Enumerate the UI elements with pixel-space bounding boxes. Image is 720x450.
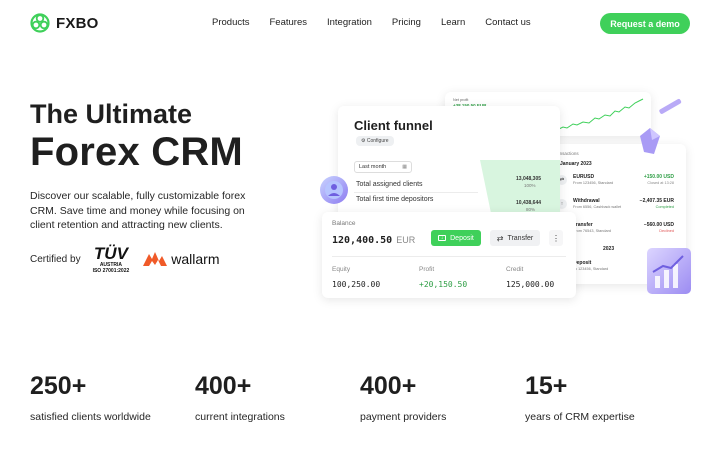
tx-sub: From 76543, Standard bbox=[573, 229, 611, 233]
tx-status: Completed bbox=[655, 205, 674, 209]
deposit-icon: ↓ bbox=[438, 235, 447, 241]
brand-name: FXBO bbox=[56, 14, 99, 32]
net-profit-label: Net profit bbox=[453, 98, 469, 102]
nav-pricing[interactable]: Pricing bbox=[392, 17, 421, 28]
profit-value: +20,150.50 bbox=[419, 280, 468, 289]
client-funnel-card: Client funnel ⚙ Configure Last month ▦ T… bbox=[338, 106, 560, 218]
wallarm-mark-icon bbox=[143, 252, 168, 266]
hero-description: Discover our scalable, fully customizabl… bbox=[30, 190, 246, 231]
hero-title: The Ultimate Forex CRM bbox=[30, 98, 243, 174]
stat-label: payment providers bbox=[360, 411, 447, 423]
profit-label: Profit bbox=[419, 266, 435, 273]
tuv-name: TÜV bbox=[93, 243, 128, 263]
top-navigation: FXBO Products Features Integration Prici… bbox=[0, 0, 720, 46]
stat-number: 400+ bbox=[195, 372, 252, 400]
hero-title-line1: The Ultimate bbox=[30, 99, 193, 129]
growth-chart-icon bbox=[647, 248, 691, 294]
nav-integration[interactable]: Integration bbox=[327, 17, 372, 28]
funnel-row-label: Total first time depositors bbox=[356, 196, 434, 203]
tx-sub: From 6556, Cashback wallet bbox=[573, 205, 622, 209]
stat-label: years of CRM expertise bbox=[525, 411, 635, 423]
tuv-sub-iso: ISO 27001:2022 bbox=[92, 267, 130, 274]
certifications: Certified by TÜV AUSTRIA ISO 27001:2022 … bbox=[30, 245, 220, 274]
stat-number: 250+ bbox=[30, 372, 87, 400]
credit-value: 125,000.00 bbox=[506, 280, 555, 289]
profit-sparkline bbox=[556, 98, 644, 131]
funnel-row-value: 13,048,305 bbox=[516, 176, 542, 182]
transfer-icon: ⇄ bbox=[496, 233, 504, 243]
certified-label: Certified by bbox=[30, 253, 81, 265]
more-options-button[interactable]: ⋮ bbox=[549, 230, 563, 246]
stat-number: 400+ bbox=[360, 372, 417, 400]
hero-title-line2: Forex CRM bbox=[30, 130, 243, 174]
stat-number: 15+ bbox=[525, 372, 568, 400]
balance-amount: 120,400.50 bbox=[332, 235, 393, 246]
tuv-austria-logo: TÜV AUSTRIA ISO 27001:2022 bbox=[93, 245, 130, 274]
wallarm-logo: wallarm bbox=[143, 251, 220, 267]
nav-learn[interactable]: Learn bbox=[441, 17, 465, 28]
transactions-date-2: 2023 bbox=[603, 246, 615, 252]
configure-label: Configure bbox=[366, 138, 389, 144]
funnel-divider bbox=[354, 192, 478, 193]
funnel-row-pct: 100% bbox=[524, 183, 536, 188]
balance-divider bbox=[332, 256, 566, 257]
period-select[interactable]: Last month ▦ bbox=[354, 161, 412, 173]
equity-label: Equity bbox=[332, 266, 351, 273]
stat-label: satisfied clients worldwide bbox=[30, 411, 151, 423]
tx-name: Withdrawal bbox=[573, 198, 600, 204]
tx-sub: From 123456, Standard bbox=[573, 181, 614, 185]
calendar-icon: ▦ bbox=[402, 164, 407, 170]
nav-features[interactable]: Features bbox=[270, 17, 308, 28]
tx-amount: −560.00 USD bbox=[643, 222, 674, 228]
more-icon: ⋮ bbox=[552, 233, 560, 243]
client-funnel-title: Client funnel bbox=[354, 118, 433, 133]
funnel-bar bbox=[480, 160, 560, 218]
nav-contact[interactable]: Contact us bbox=[485, 17, 530, 28]
deposit-button[interactable]: ↓ Deposit bbox=[431, 230, 481, 246]
funnel-row-label: Total assigned clients bbox=[356, 181, 423, 188]
funnel-row-value: 10,438,644 bbox=[516, 200, 542, 206]
transfer-label: Transfer bbox=[507, 234, 534, 242]
crystal-icon bbox=[640, 128, 660, 154]
tx-status: Closed at 13:28 bbox=[647, 181, 674, 185]
equity-value: 100,250.00 bbox=[332, 280, 381, 289]
tx-amount: −2,407.35 EUR bbox=[639, 198, 674, 204]
balance-value: 120,400.50 EUR bbox=[332, 235, 415, 246]
pen-icon bbox=[659, 98, 682, 114]
balance-label: Balance bbox=[332, 220, 356, 227]
deposit-label: Deposit bbox=[450, 234, 474, 242]
tx-amount: +150.00 USD bbox=[643, 174, 674, 180]
period-value: Last month bbox=[359, 164, 387, 170]
user-coin-icon bbox=[320, 176, 348, 204]
nav-products[interactable]: Products bbox=[212, 17, 250, 28]
wallarm-name: wallarm bbox=[171, 251, 220, 267]
configure-button[interactable]: ⚙ Configure bbox=[356, 136, 394, 146]
tx-sub: To 123456, Standard bbox=[573, 267, 609, 271]
main-menu: Products Features Integration Pricing Le… bbox=[212, 17, 531, 28]
tx-status: Declined bbox=[659, 229, 674, 233]
stat-label: current integrations bbox=[195, 411, 285, 423]
transfer-button[interactable]: ⇄ Transfer bbox=[490, 230, 540, 246]
credit-label: Credit bbox=[506, 266, 524, 273]
fxbo-logo-icon bbox=[30, 13, 50, 33]
request-demo-button[interactable]: Request a demo bbox=[600, 13, 690, 34]
logo[interactable]: FXBO bbox=[30, 13, 98, 33]
balance-card: Balance 120,400.50 EUR ↓ Deposit ⇄ Transf… bbox=[322, 212, 576, 298]
balance-currency: EUR bbox=[396, 235, 416, 245]
tx-name: EURUSD bbox=[573, 174, 595, 180]
